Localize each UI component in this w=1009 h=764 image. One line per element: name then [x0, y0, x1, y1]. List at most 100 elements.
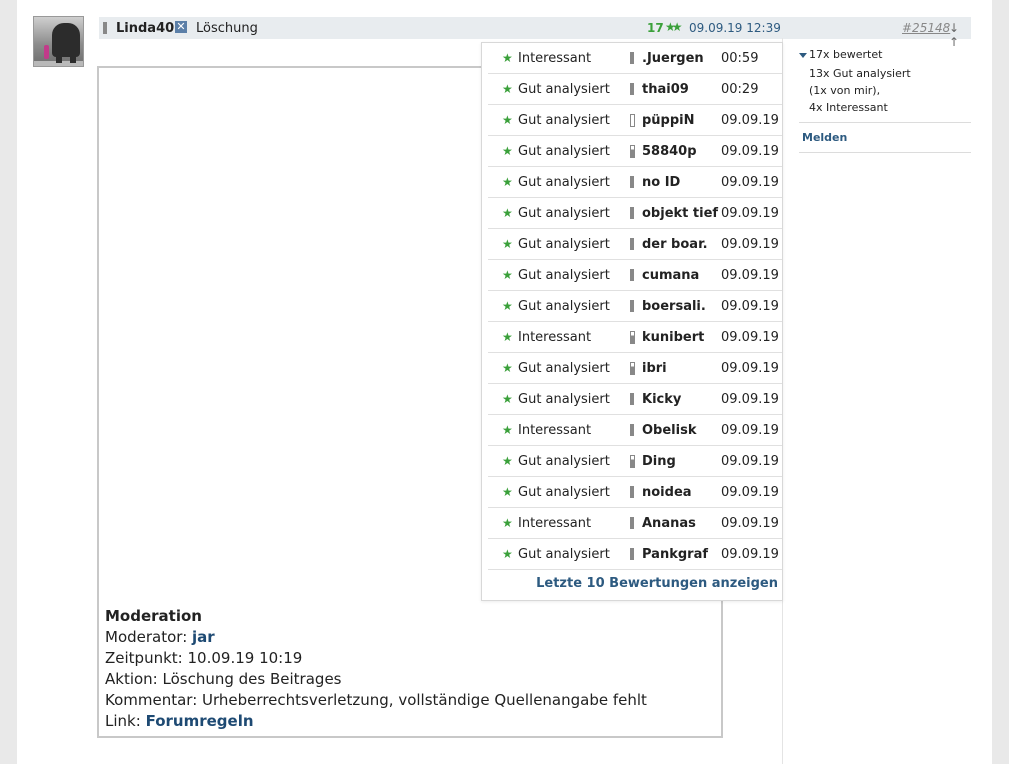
star-icon: ★ — [502, 206, 513, 220]
rating-detail: 4x Interessant — [809, 101, 888, 114]
rating-user-link[interactable]: der boar. — [642, 237, 708, 252]
rating-row: ★ Gut analysiert 58840p 09.09.19 — [488, 136, 782, 167]
comment-label: Kommentar: — [105, 691, 198, 709]
rating-summary: 17x bewertet — [809, 48, 883, 61]
star-icon: ★ — [502, 51, 513, 65]
moderator-label: Moderator: — [105, 628, 188, 646]
rating-detail: (1x von mir), — [809, 84, 881, 97]
rating-count[interactable]: 17 — [647, 21, 664, 35]
rating-type: Gut analysiert — [518, 361, 610, 376]
moderation-comment-line: Kommentar: Urheberrechtsverletzung, voll… — [105, 690, 647, 711]
rating-time: 00:59 — [721, 51, 759, 66]
rating-time: 09.09.19 — [721, 454, 779, 469]
rating-time: 09.09.19 — [721, 423, 779, 438]
moderation-action-line: Aktion: Löschung des Beitrages — [105, 669, 647, 690]
moderation-notice: Moderation Moderator: jar Zeitpunkt: 10.… — [105, 606, 647, 732]
rating-type: Gut analysiert — [518, 268, 610, 283]
rating-user-link[interactable]: Ananas — [642, 516, 696, 531]
user-status-bar — [630, 300, 634, 312]
rating-time: 09.09.19 — [721, 175, 779, 190]
rating-user-link[interactable]: Kicky — [642, 392, 681, 407]
star-icon: ★ — [502, 516, 513, 530]
moderation-time-line: Zeitpunkt: 10.09.19 10:19 — [105, 648, 647, 669]
report-link[interactable]: Melden — [802, 131, 847, 144]
rating-time: 09.09.19 — [721, 330, 779, 345]
star-icon: ★ — [502, 485, 513, 499]
deleted-icon: ✕ — [175, 20, 187, 33]
rating-user-link[interactable]: Pankgraf — [642, 547, 708, 562]
user-status-bar — [630, 517, 634, 529]
rating-row: ★ Interessant Obelisk 09.09.19 — [488, 415, 782, 446]
rating-time: 09.09.19 — [721, 237, 779, 252]
post-author[interactable]: Linda40: — [116, 21, 179, 36]
user-status-bar — [630, 362, 635, 375]
post-number-link[interactable]: #25148 — [902, 21, 950, 35]
star-icon: ★ — [502, 454, 513, 468]
moderation-time: 10.09.19 10:19 — [187, 649, 303, 667]
rating-user-link[interactable]: cumana — [642, 268, 699, 283]
rating-user-link[interactable]: .Juergen — [642, 51, 704, 66]
rating-row: ★ Gut analysiert ibri 09.09.19 — [488, 353, 782, 384]
star-icon: ★ — [502, 299, 513, 313]
rating-user-link[interactable]: püppiN — [642, 113, 695, 128]
rating-user-link[interactable]: ibri — [642, 361, 667, 376]
rating-type: Gut analysiert — [518, 144, 610, 159]
rating-row: ★ Interessant Ananas 09.09.19 — [488, 508, 782, 539]
rating-row: ★ Interessant .Juergen 00:59 — [488, 43, 782, 74]
star-icon: ★ — [502, 237, 513, 251]
rating-time: 09.09.19 — [721, 485, 779, 500]
rating-user-link[interactable]: 58840p — [642, 144, 697, 159]
rating-time: 09.09.19 — [721, 299, 779, 314]
avatar-elephant-leg — [56, 51, 62, 63]
double-star-icon[interactable]: ★★ — [665, 20, 682, 34]
avatar[interactable] — [33, 16, 84, 67]
ratings-popup: Letzte 10 Bewertungen anzeigen ★ Interess… — [481, 42, 783, 601]
user-status-bar — [630, 145, 635, 158]
star-icon: ★ — [502, 423, 513, 437]
rating-type: Interessant — [518, 516, 592, 531]
avatar-child — [44, 45, 49, 59]
rating-type: Gut analysiert — [518, 206, 610, 221]
star-icon: ★ — [502, 392, 513, 406]
forum-rules-link[interactable]: Forumregeln — [146, 712, 254, 730]
user-status-bar — [630, 331, 635, 344]
star-icon: ★ — [502, 330, 513, 344]
rating-summary-toggle[interactable]: 17x bewertet — [799, 48, 882, 61]
rating-user-link[interactable]: noidea — [642, 485, 692, 500]
post-nav-arrows[interactable]: ↓ ↑ — [949, 21, 971, 49]
rating-user-link[interactable]: kunibert — [642, 330, 704, 345]
star-icon: ★ — [502, 113, 513, 127]
star-icon: ★ — [502, 361, 513, 375]
user-status-bar — [630, 176, 634, 188]
rating-type: Gut analysiert — [518, 485, 610, 500]
rating-time: 09.09.19 — [721, 547, 779, 562]
sidebar-divider — [799, 122, 971, 123]
rating-type: Interessant — [518, 423, 592, 438]
rating-user-link[interactable]: Ding — [642, 454, 676, 469]
rating-row: ★ Gut analysiert Pankgraf 09.09.19 — [488, 539, 782, 570]
rating-row: ★ Gut analysiert no ID 09.09.19 — [488, 167, 782, 198]
moderation-link-line: Link: Forumregeln — [105, 711, 647, 732]
rating-time: 09.09.19 — [721, 268, 779, 283]
avatar-elephant-leg — [70, 51, 76, 63]
post-header: Linda40: ✕ Löschung 17 ★★ 09.09.19 12:39… — [99, 17, 971, 49]
rating-time: 09.09.19 — [721, 516, 779, 531]
rating-user-link[interactable]: no ID — [642, 175, 680, 190]
rating-user-link[interactable]: Obelisk — [642, 423, 696, 438]
star-icon: ★ — [502, 547, 513, 561]
rating-user-link[interactable]: boersali. — [642, 299, 706, 314]
star-icon: ★ — [502, 268, 513, 282]
show-more-ratings-link[interactable]: Letzte 10 Bewertungen anzeigen — [536, 576, 778, 591]
rating-row: ★ Gut analysiert Kicky 09.09.19 — [488, 384, 782, 415]
star-icon: ★ — [502, 82, 513, 96]
moderator-link[interactable]: jar — [192, 628, 215, 646]
moderation-title: Moderation — [105, 607, 202, 625]
rating-user-link[interactable]: thai09 — [642, 82, 689, 97]
time-label: Zeitpunkt: — [105, 649, 183, 667]
rating-row: ★ Gut analysiert thai09 00:29 — [488, 74, 782, 105]
rating-user-link[interactable]: objekt tief — [642, 206, 718, 221]
rating-type: Gut analysiert — [518, 82, 610, 97]
moderation-action: Löschung des Beitrages — [162, 670, 342, 688]
user-status-bar — [630, 238, 634, 250]
post-date: 09.09.19 12:39 — [689, 21, 781, 35]
